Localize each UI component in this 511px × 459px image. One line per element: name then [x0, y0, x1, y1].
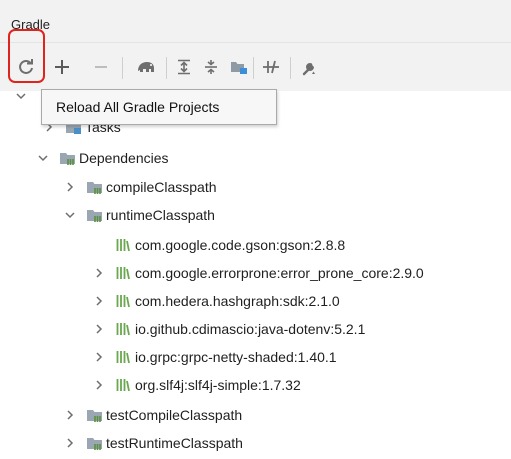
library-label: com.google.code.gson:gson:2.8.8	[135, 237, 346, 253]
test-runtime-classpath-label: testRuntimeClasspath	[106, 435, 243, 451]
library-label: com.hedera.hashgraph:sdk:2.1.0	[135, 293, 340, 309]
test-compile-classpath-label: testCompileClasspath	[106, 407, 243, 423]
tree-row-compile-classpath[interactable]: compileClasspath	[63, 175, 217, 199]
reload-highlight-frame	[8, 29, 45, 83]
group-modules-button[interactable]	[227, 55, 251, 79]
library-row[interactable]: org.slf4j:slf4j-simple:1.7.32	[92, 373, 301, 397]
tree-row-runtime-classpath[interactable]: runtimeClasspath	[63, 203, 215, 227]
dependencies-label: Dependencies	[79, 150, 169, 166]
chevron-right-icon[interactable]	[63, 180, 77, 194]
chevron-right-icon[interactable]	[92, 378, 106, 392]
tree-row-test-compile-classpath[interactable]: testCompileClasspath	[63, 403, 242, 427]
library-icon	[116, 350, 130, 364]
chevron-right-icon[interactable]	[92, 322, 106, 336]
classpath-folder-icon	[87, 436, 103, 450]
tree-row-test-runtime-classpath[interactable]: testRuntimeClasspath	[63, 431, 243, 455]
chevron-down-icon[interactable]	[36, 151, 50, 165]
elephant-icon	[138, 62, 154, 72]
library-row[interactable]: com.hedera.hashgraph:sdk:2.1.0	[92, 289, 340, 313]
chevron-right-icon[interactable]	[92, 266, 106, 280]
chevron-down-icon[interactable]	[14, 89, 28, 103]
classpath-folder-icon	[87, 408, 103, 422]
compile-classpath-label: compileClasspath	[106, 179, 217, 195]
collapse-all-icon	[205, 60, 217, 74]
classpath-folder-icon	[87, 180, 103, 194]
group-modules-icon	[231, 62, 247, 74]
tree-row-dependencies[interactable]: Dependencies	[36, 146, 169, 170]
chevron-down-icon[interactable]	[63, 208, 77, 222]
add-button[interactable]	[50, 55, 74, 79]
chevron-right-icon[interactable]	[63, 408, 77, 422]
toolbar-separator	[166, 57, 167, 79]
build-tool-settings-icon	[302, 63, 315, 76]
tree-row-project[interactable]	[14, 84, 38, 108]
classpath-folder-icon	[87, 208, 103, 222]
remove-button[interactable]	[89, 55, 113, 79]
chevron-right-icon[interactable]	[92, 350, 106, 364]
library-icon	[116, 238, 130, 252]
toolbar-separator	[122, 57, 123, 79]
runtime-classpath-label: runtimeClasspath	[106, 207, 215, 223]
library-icon	[116, 378, 130, 392]
library-row[interactable]: com.google.errorprone:error_prone_core:2…	[92, 261, 424, 285]
expand-all-icon	[178, 59, 190, 75]
gradle-toolbar	[0, 43, 511, 91]
expand-all-button[interactable]	[172, 55, 196, 79]
library-icon	[116, 322, 130, 336]
library-row[interactable]: com.google.code.gson:gson:2.8.8	[116, 233, 345, 257]
reload-tooltip: Reload All Gradle Projects	[41, 89, 277, 125]
add-icon	[55, 60, 69, 74]
execute-task-button[interactable]	[134, 55, 158, 79]
toolbar-separator	[290, 57, 291, 79]
chevron-right-icon[interactable]	[92, 294, 106, 308]
library-row[interactable]: io.grpc:grpc-netty-shaded:1.40.1	[92, 345, 337, 369]
library-label: io.grpc:grpc-netty-shaded:1.40.1	[135, 349, 337, 365]
remove-icon	[95, 66, 107, 68]
toggle-offline-icon	[263, 60, 279, 74]
library-row[interactable]: io.github.cdimascio:java-dotenv:5.2.1	[92, 317, 365, 341]
chevron-right-icon[interactable]	[63, 436, 77, 450]
build-tool-settings-button[interactable]	[298, 55, 322, 79]
library-label: io.github.cdimascio:java-dotenv:5.2.1	[135, 321, 366, 337]
toolbar-separator	[253, 57, 254, 79]
collapse-all-button[interactable]	[199, 55, 223, 79]
dependencies-folder-icon	[60, 151, 76, 165]
toggle-offline-button[interactable]	[259, 55, 283, 79]
gradle-panel-header: Gradle	[0, 0, 511, 43]
library-icon	[116, 266, 130, 280]
library-icon	[116, 294, 130, 308]
library-label: org.slf4j:slf4j-simple:1.7.32	[135, 377, 301, 393]
library-label: com.google.errorprone:error_prone_core:2…	[135, 265, 424, 281]
